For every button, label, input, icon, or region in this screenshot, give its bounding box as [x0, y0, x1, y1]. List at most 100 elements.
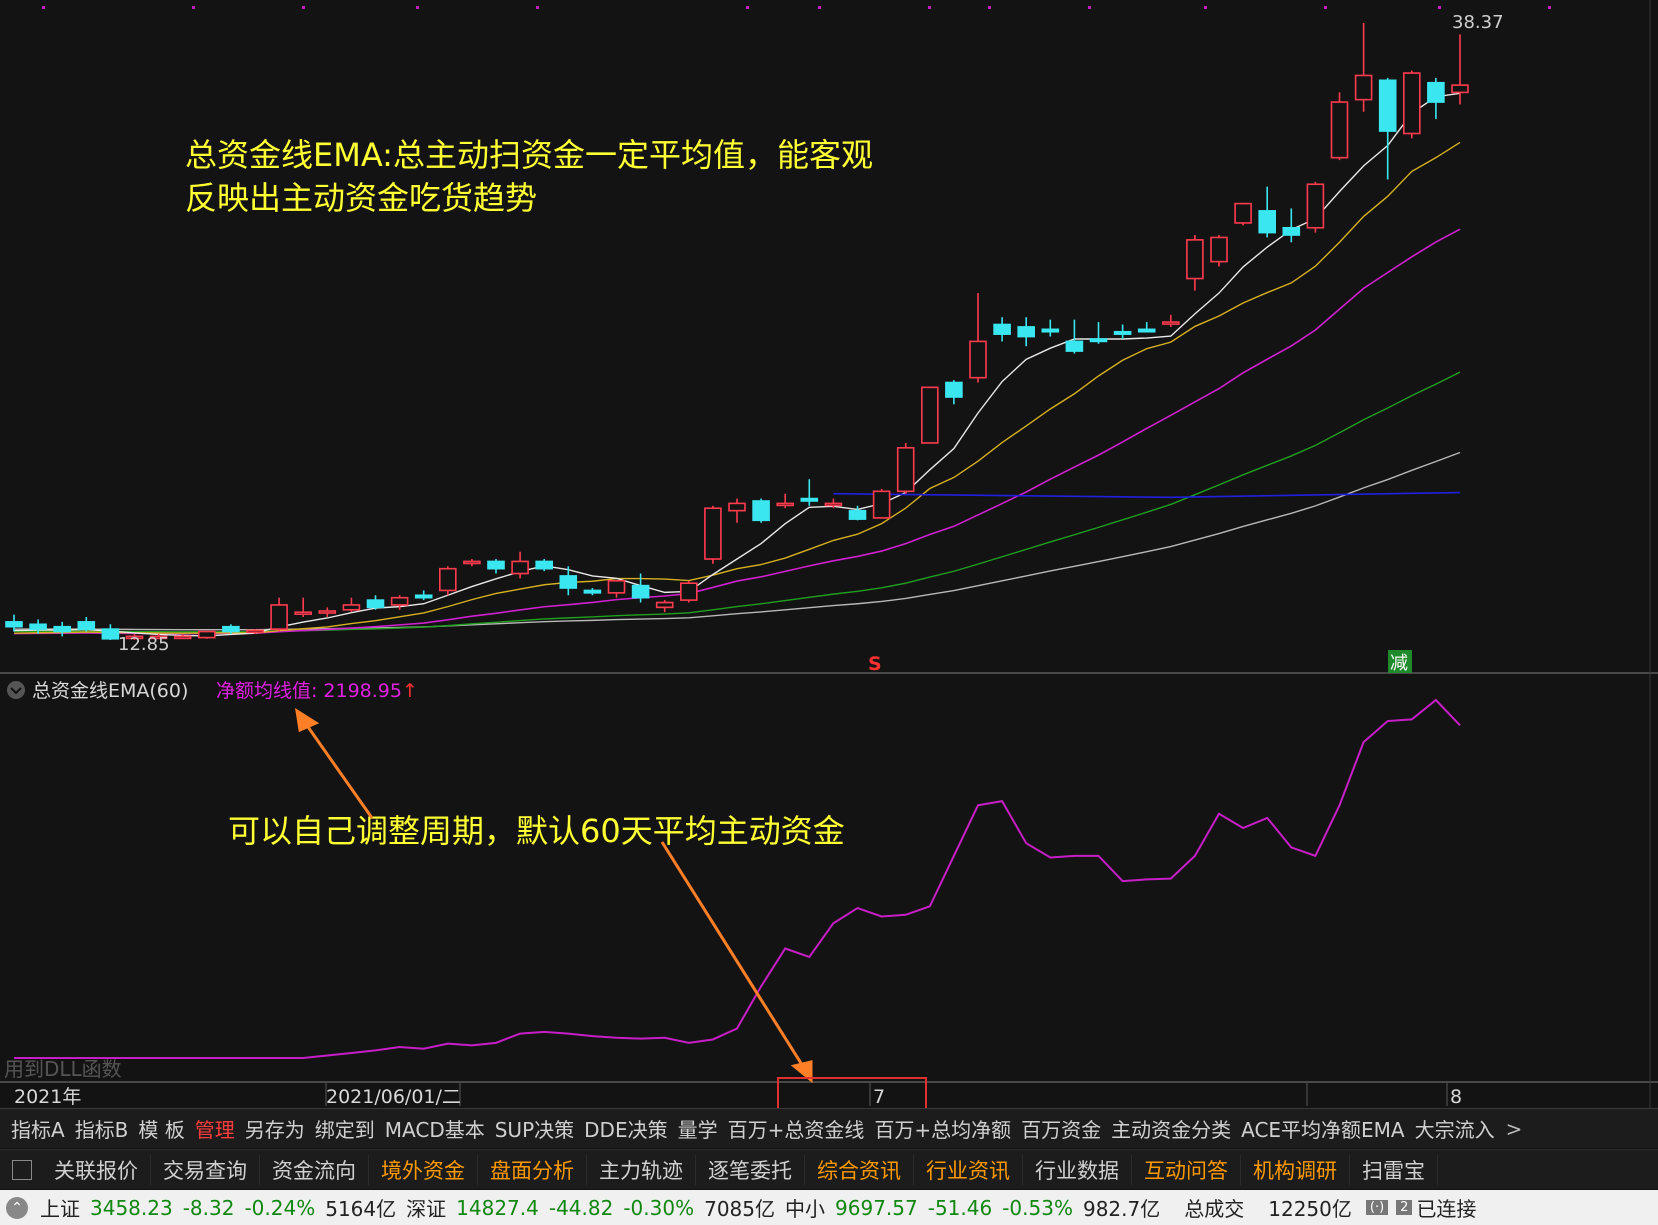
candle-body [920, 386, 939, 444]
tab-dde[interactable]: DDE决策 [579, 1114, 672, 1143]
top-marker [746, 6, 749, 9]
price-annotation-line1: 总资金线EMA:总主动扫资金一定平均值，能客观 [185, 136, 873, 174]
candle-body [559, 575, 578, 589]
candle-body [270, 604, 288, 630]
func-risk-scan[interactable]: 扫雷宝 [1350, 1154, 1438, 1185]
collapse-icon[interactable] [7, 681, 25, 699]
func-related-quote[interactable]: 关联报价 [42, 1154, 151, 1185]
func-institution-research[interactable]: 机构调研 [1241, 1154, 1350, 1185]
tab-million-avg-net[interactable]: 百万+总均净额 [869, 1114, 1016, 1143]
func-order-by-order[interactable]: 逐笔委托 [696, 1154, 805, 1185]
candle-body [438, 567, 457, 592]
top-marker [988, 6, 991, 9]
func-market-analysis[interactable]: 盘面分析 [478, 1154, 587, 1185]
tab-macd[interactable]: MACD基本 [380, 1114, 490, 1143]
candle-body [77, 621, 96, 630]
price-annotation-line2: 反映出主动资金吃货趋势 [185, 179, 537, 217]
tab-manage[interactable]: 管理 [190, 1114, 240, 1143]
sh-pct: -0.24% [244, 1195, 316, 1220]
candle-body [1354, 74, 1373, 101]
sh-amount: 5164亿 [325, 1197, 397, 1221]
candle-body [1113, 330, 1132, 335]
zx-name: 中小 [785, 1197, 826, 1221]
candle-body [1210, 236, 1228, 263]
sz-amount: 7085亿 [704, 1197, 776, 1221]
zx-price: 9697.57 [835, 1195, 918, 1220]
candle-body [969, 340, 987, 379]
indicator-name: 总资金线EMA(60) [32, 680, 188, 702]
date-label-year: 2021年 [14, 1086, 81, 1108]
more-tabs-icon[interactable]: > [1500, 1117, 1529, 1141]
high-price-label: 38.37 [1452, 12, 1504, 33]
func-main-track[interactable]: 主力轨迹 [587, 1154, 696, 1185]
tab-liangxue[interactable]: 量学 [673, 1114, 723, 1143]
zx-pct: -0.53% [1002, 1195, 1073, 1220]
tab-save-as[interactable]: 另存为 [240, 1114, 310, 1143]
candle-body [848, 509, 867, 520]
sh-price: 3458.23 [90, 1195, 173, 1220]
tab-block-inflow[interactable]: 大宗流入 [1410, 1114, 1500, 1143]
candle-body [487, 560, 505, 570]
candle-body [1427, 81, 1445, 103]
candle-body [318, 610, 337, 614]
date-label-june: 2021/06/01/二 [326, 1086, 461, 1108]
candle-body [463, 560, 481, 565]
candle-body [173, 635, 192, 640]
candle-body [294, 611, 313, 615]
tab-million-total-fund[interactable]: 百万+总资金线 [723, 1114, 870, 1143]
window-toggle-icon[interactable] [12, 1159, 32, 1180]
chart-canvas[interactable]: 38.37 12.85 S 减 总资金线EMA:总主动扫资金一定平均值，能客观 … [0, 0, 1658, 1108]
sz-price: 14827.4 [456, 1195, 539, 1220]
func-trade-query[interactable]: 交易查询 [151, 1154, 260, 1185]
func-overseas-fund[interactable]: 境外资金 [369, 1154, 478, 1185]
candle-body [655, 601, 674, 609]
candle-body [198, 630, 216, 639]
top-marker [416, 6, 419, 9]
signal-s-marker: S [868, 653, 882, 675]
candle-body [1378, 79, 1397, 132]
sh-change: -8.32 [182, 1195, 235, 1220]
top-marker [1438, 6, 1441, 9]
candle-body [342, 604, 361, 611]
func-general-news[interactable]: 综合资讯 [805, 1154, 914, 1185]
candle-body [1017, 326, 1036, 338]
top-marker [1324, 6, 1327, 9]
tab-ace-ema[interactable]: ACE平均净额EMA [1236, 1114, 1410, 1143]
signal-reduce-marker: 减 [1390, 653, 1408, 674]
date-label-july: 7 [873, 1086, 885, 1108]
indicator-value: 净额均线值: 2198.95↑ [216, 680, 418, 702]
candle-body [1258, 210, 1276, 234]
tab-bind-to[interactable]: 绑定到 [310, 1114, 380, 1143]
tab-template[interactable]: 模 板 [133, 1114, 189, 1143]
top-marker [192, 6, 195, 9]
candle-body [728, 502, 746, 512]
func-industry-news[interactable]: 行业资讯 [914, 1154, 1023, 1185]
tab-active-fund-class[interactable]: 主动资金分类 [1106, 1114, 1236, 1143]
candle-body [1282, 226, 1301, 236]
expand-up-icon[interactable]: ⌃ [6, 1196, 28, 1219]
candle-body [1451, 84, 1469, 94]
func-industry-data[interactable]: 行业数据 [1023, 1154, 1132, 1185]
candle-body [704, 507, 722, 560]
tab-indicator-b[interactable]: 指标B [70, 1114, 134, 1143]
tab-sup[interactable]: SUP决策 [490, 1114, 579, 1143]
candle-body [607, 579, 626, 594]
status-bar: ⌃ 上证 3458.23 -8.32 -0.24% 5164亿 深证 14827… [0, 1190, 1658, 1225]
zx-amount: 982.7亿 [1082, 1197, 1161, 1221]
tab-indicator-a[interactable]: 指标A [6, 1114, 70, 1143]
sz-pct: -0.30% [623, 1195, 695, 1220]
candle-body [53, 625, 72, 633]
tab-million-fund[interactable]: 百万资金 [1016, 1114, 1106, 1143]
alert-icon[interactable]: (·) [1365, 1200, 1389, 1215]
dll-watermark: 用到DLL函数 [4, 1057, 122, 1081]
func-qa[interactable]: 互动问答 [1132, 1154, 1241, 1185]
candle-body [896, 446, 915, 493]
candle-body [1330, 101, 1349, 159]
date-label-aug: 8 [1450, 1086, 1462, 1108]
func-fund-flow[interactable]: 资金流向 [260, 1154, 369, 1185]
candle-body [246, 629, 264, 634]
candle-body [414, 594, 433, 599]
candle-body [101, 628, 120, 640]
top-marker [1204, 6, 1207, 9]
candle-body [1162, 321, 1180, 325]
